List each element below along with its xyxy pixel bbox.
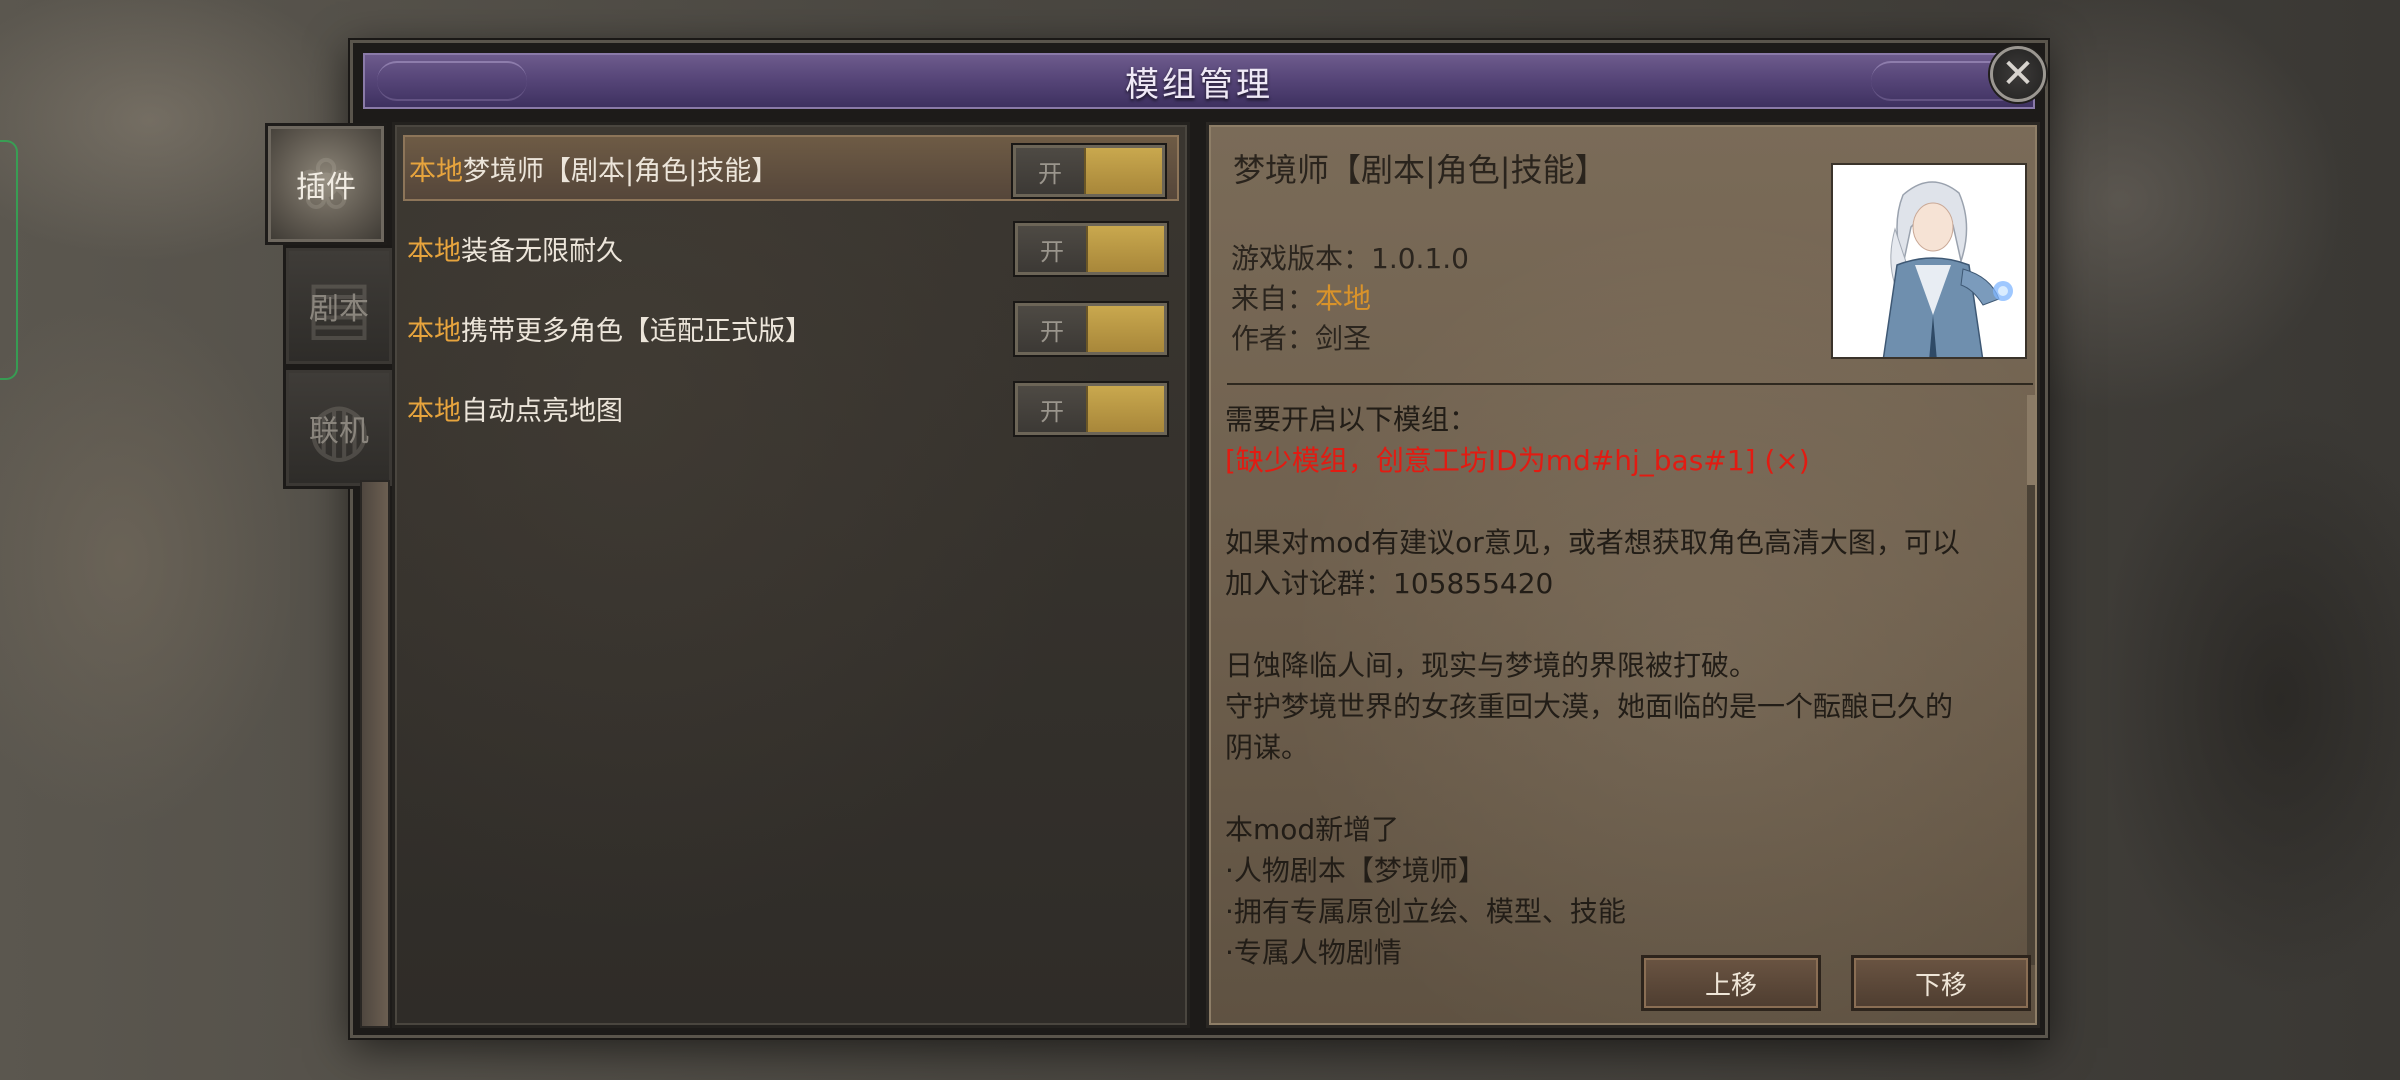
tab-online-label: 联机 (309, 414, 369, 449)
character-portrait-icon (1833, 165, 2025, 357)
mod-list-item[interactable]: 本地 装备无限耐久 开 (403, 215, 1179, 281)
move-up-button[interactable]: 上移 (1641, 955, 1821, 1011)
tab-script-label: 剧本 (309, 292, 369, 327)
detail-title: 梦境师【剧本|角色|技能】 (1233, 151, 1607, 189)
mod-name: 携带更多角色【适配正式版】 (461, 315, 812, 347)
mod-name: 装备无限耐久 (461, 235, 623, 267)
missing-mod-link[interactable]: [缺少模组，创意工坊ID为md#hj_bas#1] (×) (1225, 440, 2015, 481)
scrollbar-thumb[interactable] (2027, 395, 2035, 485)
description-line: 阴谋。 (1225, 731, 1310, 764)
detail-divider (1227, 383, 2033, 385)
title-bar: 模组管理 (363, 53, 2035, 109)
description-line: 日蚀降临人间，现实与梦境的界限被打破。 (1225, 649, 1758, 682)
mod-source: 本地 (409, 155, 463, 187)
tab-plugins[interactable]: ❀ 插件 (268, 126, 384, 242)
toggle-label: 开 (1016, 148, 1084, 194)
version-value: 1.0.1.0 (1371, 242, 1469, 275)
mod-list-item[interactable]: 本地 梦境师【剧本|角色|技能】 开 (403, 135, 1179, 201)
mod-source: 本地 (407, 235, 461, 267)
toggle-label: 开 (1018, 386, 1086, 432)
mod-author: 作者：剑圣 (1231, 317, 1371, 357)
mod-toggle[interactable]: 开 (1015, 223, 1167, 275)
mod-list-item[interactable]: 本地 携带更多角色【适配正式版】 开 (403, 295, 1179, 361)
description-line: ·拥有专属原创立绘、模型、技能 (1225, 895, 1626, 928)
background-hud-edge (0, 140, 18, 380)
author-value: 剑圣 (1315, 322, 1372, 355)
title-ornament-left (377, 61, 527, 101)
mod-list-panel: 本地 梦境师【剧本|角色|技能】 开 本地 装备无限耐久 开 本地 携带更多角色… (392, 122, 1190, 1028)
close-icon: ✕ (2001, 51, 2035, 97)
mod-description: 需要开启以下模组： [缺少模组，创意工坊ID为md#hj_bas#1] (×) … (1225, 399, 2015, 969)
description-line: 本mod新增了 (1225, 813, 1400, 846)
description-line: 如果对mod有建议or意见，或者想获取角色高清大图，可以 (1225, 526, 1960, 559)
mod-name: 梦境师【剧本|角色|技能】 (463, 155, 779, 187)
toggle-knob (1086, 386, 1164, 432)
mod-toggle[interactable]: 开 (1015, 383, 1167, 435)
description-line: 守护梦境世界的女孩重回大漠，她面临的是一个酝酿已久的 (1225, 690, 1954, 723)
window-title: 模组管理 (1125, 64, 1273, 105)
mod-list-item[interactable]: 本地 自动点亮地图 开 (403, 375, 1179, 441)
toggle-knob (1086, 226, 1164, 272)
close-button[interactable]: ✕ (1990, 46, 2046, 102)
tab-plugins-label: 插件 (296, 170, 356, 205)
description-line: 加入讨论群：105855420 (1225, 567, 1554, 600)
mod-name: 自动点亮地图 (461, 395, 623, 427)
toggle-knob (1084, 148, 1162, 194)
mod-source: 本地 (407, 395, 461, 427)
mod-source-info: 来自：本地 (1231, 277, 1371, 317)
requires-label: 需要开启以下模组： (1225, 403, 1478, 436)
move-down-button[interactable]: 下移 (1851, 955, 2031, 1011)
tab-script[interactable]: ▤ 剧本 (286, 248, 392, 364)
toggle-label: 开 (1018, 226, 1086, 272)
game-version: 游戏版本：1.0.1.0 (1231, 237, 1469, 277)
version-label: 游戏版本： (1231, 242, 1372, 275)
mod-toggle[interactable]: 开 (1013, 145, 1165, 197)
mod-toggle[interactable]: 开 (1015, 303, 1167, 355)
mod-portrait-image (1831, 163, 2027, 359)
toggle-label: 开 (1018, 306, 1086, 352)
mod-detail-panel: 梦境师【剧本|角色|技能】 游戏版本：1.0.1.0 来自：本地 作者：剑圣 需… (1206, 122, 2040, 1028)
from-label: 来自： (1231, 282, 1316, 315)
author-label: 作者： (1231, 322, 1316, 355)
panel-edge-decoration (360, 480, 390, 1028)
description-line: ·人物剧本【梦境师】 (1225, 854, 1486, 887)
tab-online[interactable]: ◍ 联机 (286, 370, 392, 486)
toggle-knob (1086, 306, 1164, 352)
mod-source: 本地 (407, 315, 461, 347)
from-value: 本地 (1315, 282, 1372, 315)
